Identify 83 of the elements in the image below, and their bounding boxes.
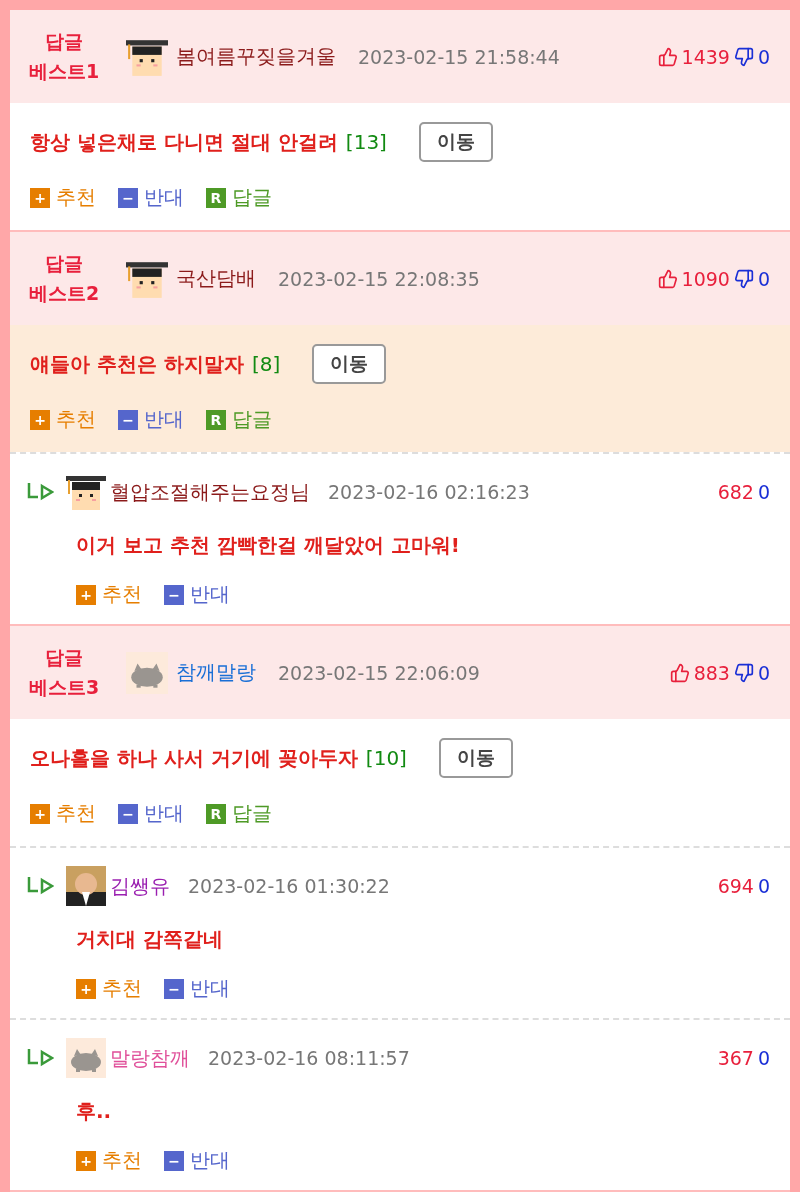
comment-text: 얘들아 추천은 하지말자 <box>30 350 244 378</box>
down-square-icon: − <box>118 187 138 208</box>
best-badge-text: 답글 <box>45 250 83 276</box>
downvote-count: 0 <box>757 875 770 897</box>
comment-date: 2023-02-16 02:16:23 <box>328 481 530 503</box>
comment-text: 항상 넣은채로 다니면 절대 안걸려 <box>30 128 338 156</box>
upvote-count: 883 <box>693 661 730 684</box>
down-action-link[interactable]: − 반대 <box>118 406 184 433</box>
upvote-count: 682 <box>717 481 754 503</box>
down-action-link[interactable]: − 반대 <box>164 581 230 608</box>
up-action-link[interactable]: + 추천 <box>76 1147 142 1174</box>
thumbs-down-icon <box>733 268 754 289</box>
downvote-count: 0 <box>757 661 770 684</box>
reply-square-icon: R <box>206 409 226 430</box>
best-badge-text: 답글 <box>45 28 83 54</box>
upvote-count: 694 <box>717 875 754 897</box>
up-action-link[interactable]: + 추천 <box>76 581 142 608</box>
comment-date: 2023-02-15 22:08:35 <box>278 267 480 290</box>
reply-count: [10] <box>365 746 407 770</box>
comment-date: 2023-02-16 08:11:57 <box>208 1047 410 1069</box>
up-action-link[interactable]: + 추천 <box>30 406 96 433</box>
reply-count: [8] <box>251 352 281 376</box>
up-square-icon: + <box>30 803 50 824</box>
comment-date: 2023-02-15 21:58:44 <box>358 45 560 68</box>
reply-arrow-icon <box>26 875 54 897</box>
reply-count: [13] <box>345 130 387 154</box>
comment-date: 2023-02-16 01:30:22 <box>188 875 390 897</box>
downvote-count: 0 <box>757 481 770 503</box>
move-button[interactable]: 이동 <box>418 122 493 162</box>
nickname[interactable]: 봄여름꾸짖을겨울 <box>176 43 336 70</box>
reply-arrow-icon <box>26 481 54 503</box>
nickname[interactable]: 말랑참깨 <box>110 1044 190 1072</box>
thumbs-up-icon <box>669 662 690 683</box>
comment-text: 거치대 감쪽같네 <box>76 926 224 953</box>
down-square-icon: − <box>118 803 138 824</box>
up-square-icon: + <box>76 1150 96 1171</box>
reply-square-icon: R <box>206 803 226 824</box>
down-action-link[interactable]: − 반대 <box>118 184 184 211</box>
nickname[interactable]: 국산담배 <box>176 265 256 292</box>
downvote-count: 0 <box>757 267 770 290</box>
cat-avatar-icon <box>66 1038 106 1078</box>
up-square-icon: + <box>76 584 96 605</box>
upvote-count: 1439 <box>681 45 730 68</box>
best-badge-text: 베스트3 <box>28 674 100 700</box>
best-badge-text: 베스트2 <box>28 280 100 306</box>
down-square-icon: − <box>118 409 138 430</box>
up-square-icon: + <box>76 978 96 999</box>
downvote-count: 0 <box>757 1047 770 1069</box>
thumbs-up-icon <box>657 268 678 289</box>
up-action-link[interactable]: + 추천 <box>76 975 142 1002</box>
down-action-link[interactable]: − 반대 <box>164 975 230 1002</box>
up-square-icon: + <box>30 187 50 208</box>
comment-text: 이거 보고 추천 깜빡한걸 깨달았어 고마워! <box>76 532 461 559</box>
down-action-link[interactable]: − 반대 <box>118 800 184 827</box>
nickname[interactable]: 김쌩유 <box>110 872 170 900</box>
thumbs-down-icon <box>733 46 754 67</box>
comment-date: 2023-02-15 22:06:09 <box>278 661 480 684</box>
reply-action-link[interactable]: R 답글 <box>206 800 272 827</box>
nickname[interactable]: 혈압조절해주는요정님 <box>110 478 310 506</box>
down-square-icon: − <box>164 584 184 605</box>
move-button[interactable]: 이동 <box>312 344 387 384</box>
reply-square-icon: R <box>206 187 226 208</box>
up-action-link[interactable]: + 추천 <box>30 800 96 827</box>
comment-text: 오나홀을 하나 사서 거기에 꽂아두자 <box>30 744 358 772</box>
down-square-icon: − <box>164 1150 184 1171</box>
down-square-icon: − <box>164 978 184 999</box>
upvote-count: 367 <box>717 1047 754 1069</box>
best-badge-text: 답글 <box>45 644 83 670</box>
downvote-count: 0 <box>757 45 770 68</box>
up-action-link[interactable]: + 추천 <box>30 184 96 211</box>
thumbs-up-icon <box>657 46 678 67</box>
best-badge-text: 베스트1 <box>28 58 100 84</box>
up-square-icon: + <box>30 409 50 430</box>
nickname[interactable]: 참깨말랑 <box>176 659 256 686</box>
reply-action-link[interactable]: R 답글 <box>206 406 272 433</box>
reply-action-link[interactable]: R 답글 <box>206 184 272 211</box>
down-action-link[interactable]: − 반대 <box>164 1147 230 1174</box>
upvote-count: 1090 <box>681 267 730 290</box>
move-button[interactable]: 이동 <box>438 738 513 778</box>
reply-arrow-icon <box>26 1047 54 1069</box>
cat-avatar-icon <box>126 651 168 694</box>
comment-text: 후.. <box>76 1098 113 1125</box>
thumbs-down-icon <box>733 662 754 683</box>
